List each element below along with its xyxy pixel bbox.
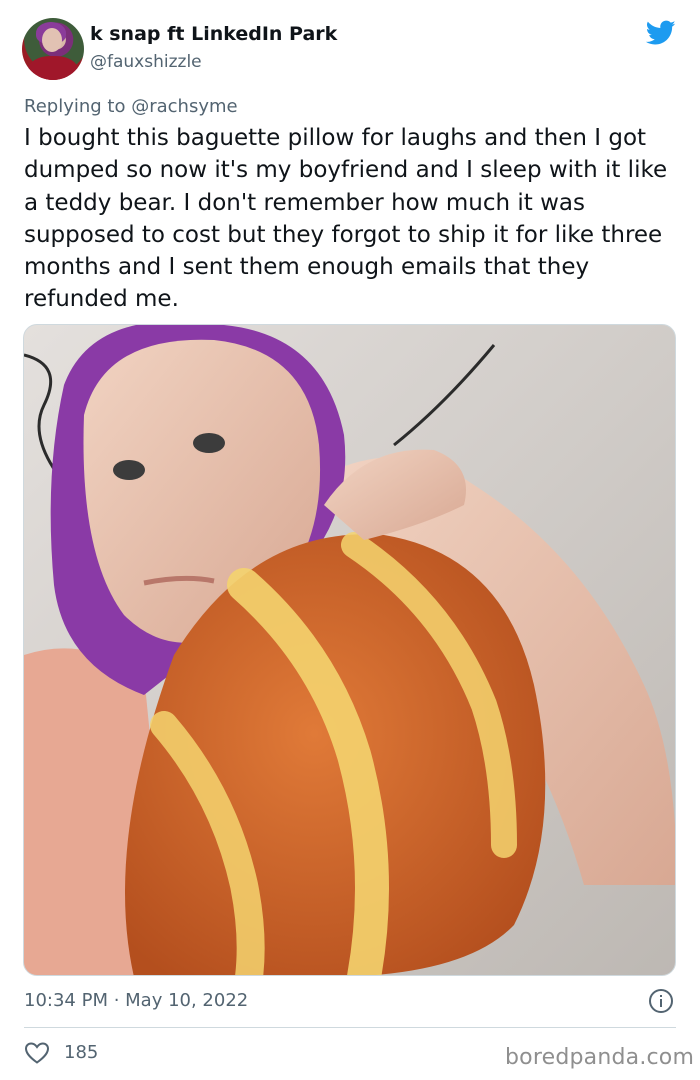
watermark: boredpanda.com xyxy=(505,1045,695,1070)
divider xyxy=(24,1027,676,1028)
reply-prefix: Replying to xyxy=(24,96,132,117)
tweet-card: k snap ft LinkedIn Park @fauxshizzle Rep… xyxy=(0,0,700,1080)
replying-to: Replying to @rachsyme xyxy=(24,96,238,117)
avatar-body xyxy=(28,56,78,80)
avatar-face xyxy=(42,28,62,52)
user-handle[interactable]: @fauxshizzle xyxy=(90,52,202,72)
tweet-text: I bought this baguette pillow for laughs… xyxy=(24,125,668,313)
tweet-photo[interactable] xyxy=(23,324,676,976)
twitter-bird-icon[interactable] xyxy=(646,20,676,46)
reply-mention-link[interactable]: @rachsyme xyxy=(131,96,237,117)
heart-icon[interactable] xyxy=(24,1041,50,1065)
like-count: 185 xyxy=(64,1042,99,1063)
avatar[interactable] xyxy=(22,18,84,80)
info-icon[interactable] xyxy=(648,988,674,1014)
photo-illustration xyxy=(24,325,675,975)
tweet-timestamp[interactable]: 10:34 PM · May 10, 2022 xyxy=(24,990,248,1011)
display-name[interactable]: k snap ft LinkedIn Park xyxy=(90,23,337,45)
